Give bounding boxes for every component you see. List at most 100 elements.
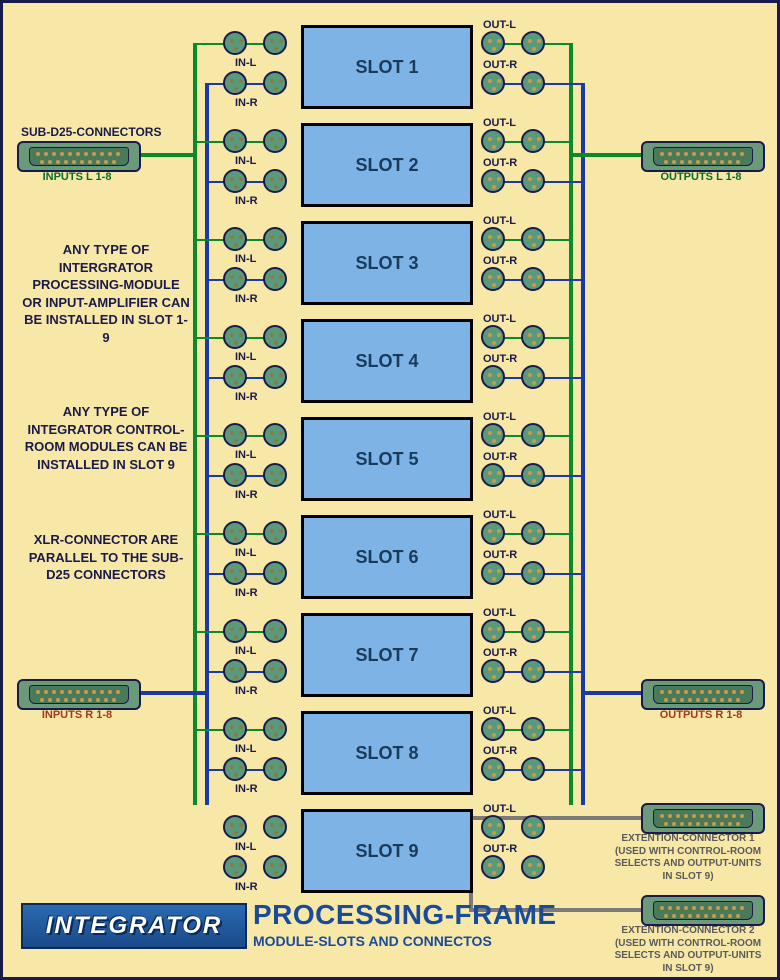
label-in-r: IN-R	[235, 587, 258, 599]
label-out-r: OUT-R	[483, 59, 517, 71]
label-ext2: EXTENTION-CONNECTOR 2 (USED WITH CONTROL…	[603, 925, 773, 975]
xlr-icon	[521, 31, 545, 55]
xlr-icon	[481, 521, 505, 545]
subd25-ext1	[641, 803, 765, 834]
xlr-icon	[263, 561, 287, 585]
xlr-icon	[521, 757, 545, 781]
title-sub: MODULE-SLOTS AND CONNECTOS	[253, 933, 557, 949]
xlr-icon	[521, 815, 545, 839]
xlr-icon	[481, 129, 505, 153]
bus-inputs-r	[205, 83, 209, 805]
trunk-out-r	[581, 691, 645, 695]
bus-outputs-r	[581, 83, 585, 805]
label-in-r: IN-R	[235, 97, 258, 109]
xlr-icon	[223, 71, 247, 95]
xlr-icon	[223, 561, 247, 585]
label-out-r: OUT-R	[483, 451, 517, 463]
xlr-icon	[521, 71, 545, 95]
label-in-r: IN-R	[235, 489, 258, 501]
label-in-l: IN-L	[235, 57, 256, 69]
xlr-icon	[481, 815, 505, 839]
slot-7: SLOT 7	[301, 613, 473, 697]
label-out-l: OUT-L	[483, 803, 516, 815]
xlr-icon	[481, 423, 505, 447]
xlr-icon	[223, 717, 247, 741]
label-out-l: OUT-L	[483, 705, 516, 717]
label-in-r: IN-R	[235, 685, 258, 697]
xlr-icon	[481, 463, 505, 487]
info-p3: XLR-CONNECTOR ARE PARALLEL TO THE SUB-D2…	[21, 531, 191, 584]
subd25-inputs-l	[17, 141, 141, 172]
label-in-l: IN-L	[235, 449, 256, 461]
subd25-outputs-l	[641, 141, 765, 172]
label-out-r: OUT-R	[483, 843, 517, 855]
xlr-icon	[481, 169, 505, 193]
label-in-r: IN-R	[235, 391, 258, 403]
xlr-icon	[263, 659, 287, 683]
label-inputs-r: INPUTS R 1-8	[17, 709, 137, 721]
label-in-r: IN-R	[235, 783, 258, 795]
xlr-icon	[263, 365, 287, 389]
xlr-icon	[263, 129, 287, 153]
slot-1: SLOT 1	[301, 25, 473, 109]
label-out-r: OUT-R	[483, 255, 517, 267]
trunk-out-l	[569, 153, 645, 157]
xlr-icon	[521, 717, 545, 741]
label-in-r: IN-R	[235, 293, 258, 305]
label-in-l: IN-L	[235, 351, 256, 363]
xlr-icon	[521, 169, 545, 193]
xlr-icon	[223, 855, 247, 879]
slot-label: SLOT 7	[355, 645, 418, 666]
label-out-r: OUT-R	[483, 647, 517, 659]
slot-label: SLOT 4	[355, 351, 418, 372]
xlr-icon	[521, 463, 545, 487]
xlr-icon	[521, 227, 545, 251]
slot-label: SLOT 3	[355, 253, 418, 274]
xlr-icon	[263, 31, 287, 55]
xlr-icon	[521, 365, 545, 389]
xlr-icon	[223, 267, 247, 291]
label-in-r: IN-R	[235, 881, 258, 893]
label-in-l: IN-L	[235, 253, 256, 265]
xlr-icon	[481, 717, 505, 741]
subd25-inputs-r	[17, 679, 141, 710]
xlr-icon	[223, 129, 247, 153]
xlr-icon	[223, 521, 247, 545]
xlr-icon	[481, 325, 505, 349]
subd25-header: SUB-D25-CONNECTORS	[21, 125, 161, 139]
label-in-l: IN-L	[235, 547, 256, 559]
xlr-icon	[223, 659, 247, 683]
slot-label: SLOT 1	[355, 57, 418, 78]
xlr-icon	[223, 423, 247, 447]
xlr-icon	[223, 463, 247, 487]
xlr-icon	[521, 561, 545, 585]
label-out-r: OUT-R	[483, 549, 517, 561]
label-out-r: OUT-R	[483, 157, 517, 169]
label-out-l: OUT-L	[483, 313, 516, 325]
title-main: PROCESSING-FRAME	[253, 899, 557, 931]
xlr-icon	[481, 561, 505, 585]
label-in-r: IN-R	[235, 195, 258, 207]
info-p1: ANY TYPE OF INTERGRATOR PROCESSING-MODUL…	[21, 241, 191, 346]
slot-9: SLOT 9	[301, 809, 473, 893]
xlr-icon	[521, 619, 545, 643]
slot-label: SLOT 8	[355, 743, 418, 764]
xlr-icon	[263, 169, 287, 193]
xlr-icon	[263, 325, 287, 349]
label-out-l: OUT-L	[483, 19, 516, 31]
bus-outputs-l	[569, 43, 573, 805]
label-out-r: OUT-R	[483, 353, 517, 365]
slot-2: SLOT 2	[301, 123, 473, 207]
xlr-icon	[223, 227, 247, 251]
xlr-icon	[481, 267, 505, 291]
label-in-l: IN-L	[235, 155, 256, 167]
xlr-icon	[223, 31, 247, 55]
label-in-l: IN-L	[235, 645, 256, 657]
xlr-icon	[263, 463, 287, 487]
label-out-r: OUT-R	[483, 745, 517, 757]
subd25-ext2	[641, 895, 765, 926]
xlr-icon	[223, 815, 247, 839]
slot-8: SLOT 8	[301, 711, 473, 795]
xlr-icon	[263, 717, 287, 741]
slot-label: SLOT 9	[355, 841, 418, 862]
